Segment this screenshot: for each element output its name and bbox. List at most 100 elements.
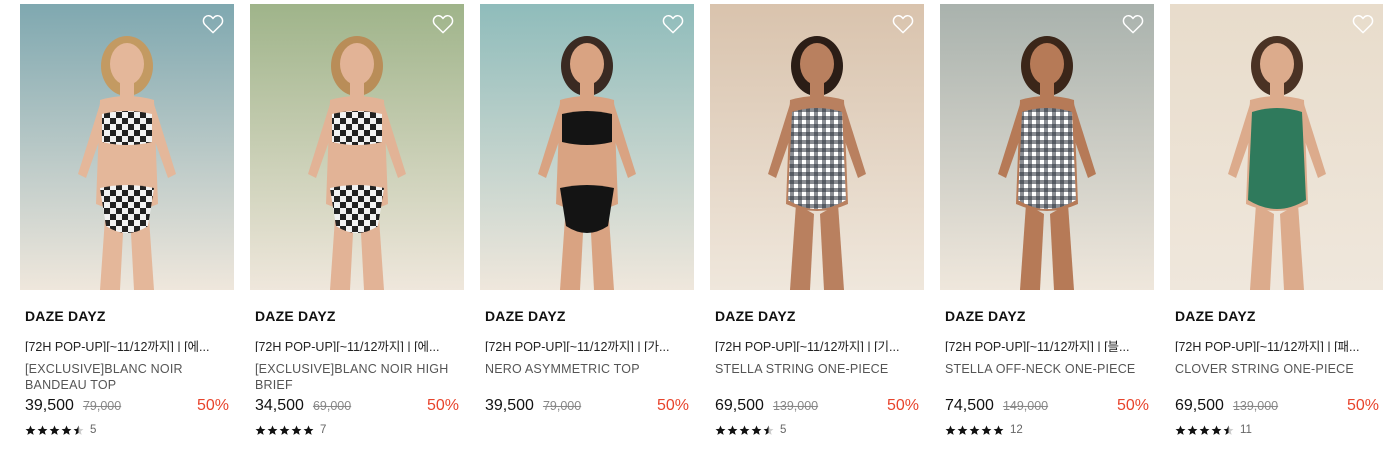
original-price: 139,000 [1232,399,1279,413]
price-row: 74,500 149,000 50% [945,397,1149,417]
star-icon [267,425,278,435]
product-card[interactable]: DAZE DAYZ [72H POP-UP][~11/12까지] | [패...… [1170,4,1383,437]
product-name[interactable]: CLOVER STRING ONE-PIECE [1175,361,1379,393]
rating-row: 5 [715,423,919,437]
promo-text[interactable]: [72H POP-UP][~11/12까지] | [에... [255,336,459,352]
product-image[interactable] [480,4,694,290]
review-count: 5 [90,424,97,436]
product-image[interactable] [250,4,464,290]
product-image[interactable] [940,4,1154,290]
promo-text[interactable]: [72H POP-UP][~11/12까지] | [패... [1175,336,1379,352]
product-card[interactable]: DAZE DAYZ [72H POP-UP][~11/12까지] | [에...… [20,4,234,437]
product-name[interactable]: NERO ASYMMETRIC TOP [485,361,689,393]
sale-price: 34,500 [255,397,304,414]
star-icon [981,425,992,435]
product-name[interactable]: STELLA STRING ONE-PIECE [715,361,919,393]
discount-rate: 50% [656,397,689,414]
discount-rate: 50% [196,397,229,414]
price-row: 39,500 79,000 50% [25,397,229,417]
heart-outline-icon[interactable] [1122,14,1144,34]
product-photo [250,4,464,290]
brand-name[interactable]: DAZE DAYZ [25,308,229,326]
star-icon [1187,425,1198,435]
star-icon [739,425,750,435]
promo-text[interactable]: [72H POP-UP][~11/12까지] | [에... [25,336,229,352]
original-price: 79,000 [542,399,582,413]
product-card[interactable]: DAZE DAYZ [72H POP-UP][~11/12까지] | [가...… [480,4,694,437]
original-price: 139,000 [772,399,819,413]
star-icon [993,425,1004,435]
heart-outline-icon[interactable] [1352,14,1374,34]
rating-row: 5 [25,423,229,437]
original-price: 149,000 [1002,399,1049,413]
star-icon [957,425,968,435]
original-price: 79,000 [82,399,122,413]
product-photo [20,4,234,290]
promo-text[interactable]: [72H POP-UP][~11/12까지] | [기... [715,336,919,352]
star-icon [291,425,302,435]
sale-price: 69,500 [1175,397,1224,414]
product-photo [480,4,694,290]
product-grid: DAZE DAYZ [72H POP-UP][~11/12까지] | [에...… [20,4,1383,437]
brand-name[interactable]: DAZE DAYZ [1175,308,1379,326]
heart-outline-icon[interactable] [432,14,454,34]
product-image[interactable] [1170,4,1383,290]
promo-text[interactable]: [72H POP-UP][~11/12까지] | [블... [945,336,1149,352]
review-count: 5 [780,424,787,436]
brand-name[interactable]: DAZE DAYZ [255,308,459,326]
star-icon [279,425,290,435]
product-card[interactable]: DAZE DAYZ [72H POP-UP][~11/12까지] | [에...… [250,4,464,437]
product-name[interactable]: [EXCLUSIVE]BLANC NOIR HIGH BRIEF [255,361,459,393]
original-price: 69,000 [312,399,352,413]
star-icon [969,425,980,435]
star-icon [37,425,48,435]
product-card[interactable]: DAZE DAYZ [72H POP-UP][~11/12까지] | [기...… [710,4,924,437]
review-count: 12 [1010,424,1023,436]
brand-name[interactable]: DAZE DAYZ [945,308,1149,326]
product-image[interactable] [20,4,234,290]
product-name[interactable]: STELLA OFF-NECK ONE-PIECE [945,361,1149,393]
star-icon [303,425,314,435]
price-row: 69,500 139,000 50% [715,397,919,417]
discount-rate: 50% [1116,397,1149,414]
star-rating [25,425,84,436]
star-icon [49,425,60,435]
discount-rate: 50% [426,397,459,414]
star-icon [25,425,36,435]
star-icon [1175,425,1186,435]
sale-price: 69,500 [715,397,764,414]
rating-row: 7 [255,423,459,437]
star-icon [61,425,72,435]
rating-row [485,423,689,437]
star-icon [255,425,266,435]
star-icon [727,425,738,435]
rating-row: 12 [945,423,1149,437]
star-icon [1211,425,1222,435]
star-rating [255,425,314,436]
star-rating [715,425,774,436]
brand-name[interactable]: DAZE DAYZ [485,308,689,326]
star-rating [1175,425,1234,436]
price-row: 69,500 139,000 50% [1175,397,1379,417]
brand-name[interactable]: DAZE DAYZ [715,308,919,326]
review-count: 11 [1240,424,1252,436]
star-icon [763,425,774,435]
product-name[interactable]: [EXCLUSIVE]BLANC NOIR BANDEAU TOP [25,361,229,393]
price-row: 34,500 69,000 50% [255,397,459,417]
review-count: 7 [320,424,327,436]
sale-price: 39,500 [485,397,534,414]
product-card[interactable]: DAZE DAYZ [72H POP-UP][~11/12까지] | [블...… [940,4,1154,437]
star-icon [751,425,762,435]
star-icon [73,425,84,435]
price-row: 39,500 79,000 50% [485,397,689,417]
promo-text[interactable]: [72H POP-UP][~11/12까지] | [가... [485,336,689,352]
product-image[interactable] [710,4,924,290]
product-photo [940,4,1154,290]
heart-outline-icon[interactable] [202,14,224,34]
star-icon [715,425,726,435]
heart-outline-icon[interactable] [892,14,914,34]
sale-price: 39,500 [25,397,74,414]
star-icon [1199,425,1210,435]
heart-outline-icon[interactable] [662,14,684,34]
product-photo [710,4,924,290]
